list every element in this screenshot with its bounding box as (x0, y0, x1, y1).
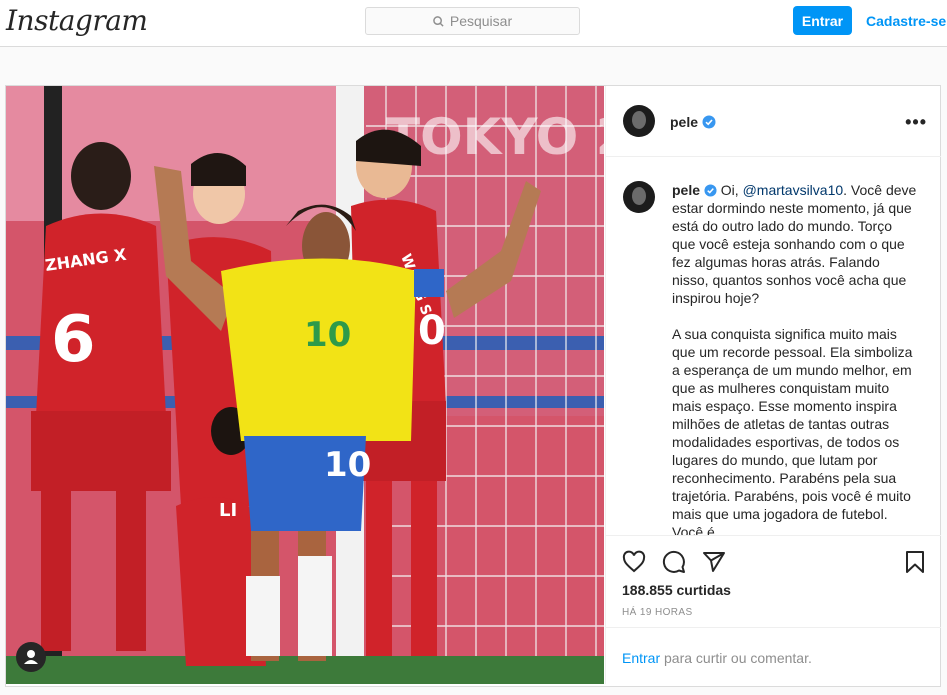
post-actions: 188.855 curtidas HÁ 19 HORAS (606, 535, 941, 628)
likes-count[interactable]: 188.855 curtidas (622, 582, 731, 598)
verified-icon (704, 184, 717, 197)
player3-shorts-number: 10 (324, 445, 371, 485)
heart-icon[interactable] (622, 550, 646, 574)
caption-intro: Oi, (716, 182, 743, 198)
player1-number: 6 (51, 303, 96, 377)
top-navigation-bar: Instagram Pesquisar Entrar Cadastre-se (0, 0, 947, 47)
post-header: pele ••• (606, 86, 941, 157)
caption-section: pele Oi, @martavsilva10. Você deve estar… (606, 157, 941, 535)
search-input[interactable]: Pesquisar (365, 7, 580, 35)
caption-paragraph-1: . Você deve estar dormindo neste momento… (672, 182, 917, 306)
comment-login-link[interactable]: Entrar (622, 650, 660, 666)
mention-link[interactable]: @martavsilva10 (743, 182, 844, 198)
more-icon[interactable]: ••• (905, 112, 927, 133)
login-button[interactable]: Entrar (793, 6, 852, 35)
signup-link[interactable]: Cadastre-se (866, 6, 946, 35)
comment-prompt-text: para curtir ou comentar. (660, 650, 812, 666)
instagram-logo[interactable]: Instagram (6, 4, 148, 37)
verified-icon (702, 115, 716, 129)
share-icon[interactable] (702, 550, 726, 574)
post-timestamp[interactable]: HÁ 19 HORAS (622, 607, 693, 618)
comment-prompt: Entrar para curtir ou comentar. (606, 627, 941, 685)
player3-number: 10 (304, 315, 351, 355)
comment-icon[interactable] (662, 550, 686, 574)
post-photo: TOKYO 2 ZHANG X 6 2 WANG S 0 (6, 86, 604, 684)
bookmark-icon[interactable] (903, 550, 927, 574)
caption-avatar[interactable] (623, 181, 655, 213)
caption-username[interactable]: pele (672, 182, 700, 198)
user-tag-icon[interactable] (16, 642, 46, 672)
post-author: pele (670, 114, 716, 132)
post-card: TOKYO 2 ZHANG X 6 2 WANG S 0 (5, 85, 941, 687)
search-placeholder: Pesquisar (449, 13, 513, 29)
caption-paragraph-2: A sua conquista significa muito mais que… (672, 326, 913, 535)
avatar[interactable] (623, 105, 655, 137)
player4-number: 0 (418, 308, 446, 354)
search-icon (433, 15, 444, 27)
post-sidebar: pele ••• pele Oi, @martavsilva10. Você d… (605, 86, 941, 684)
author-username[interactable]: pele (670, 114, 698, 130)
player5-name: LI (219, 500, 237, 521)
caption-text: pele Oi, @martavsilva10. Você deve estar… (672, 181, 917, 535)
